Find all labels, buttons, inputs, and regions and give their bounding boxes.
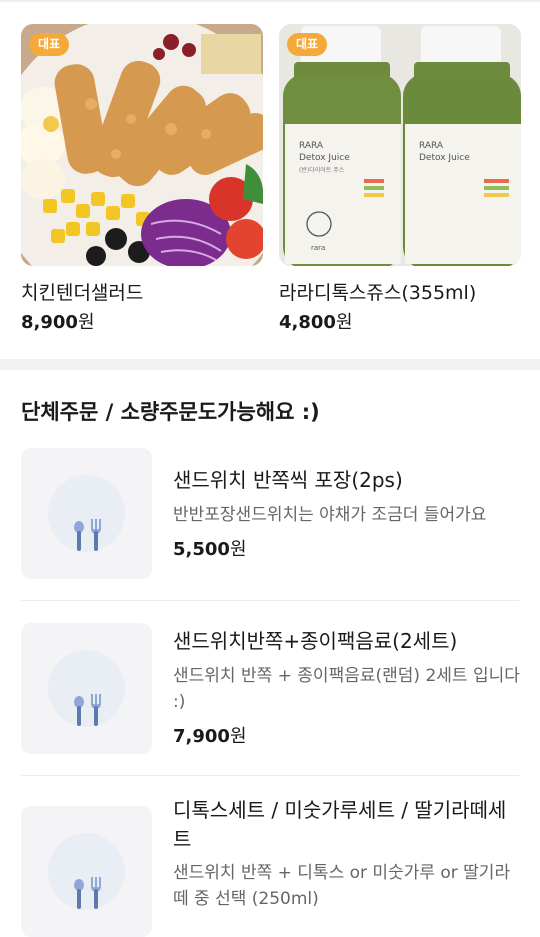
featured-card-salad[interactable]: 대표 치킨텐더샐러드 8,900원 [21,24,263,333]
svg-text:RARA: RARA [299,141,324,151]
juice-photo[interactable]: 대표 RARA Detox Juice (반)다이어트 주스 RARA Deto… [279,24,521,266]
section-title: 단체주문 / 소량주문도가능해요 :) [21,400,320,424]
top-divider [0,0,540,2]
placeholder-image [21,623,152,754]
item-separator [21,600,519,601]
salad-illustration [21,24,263,266]
featured-price: 4,800원 [279,312,353,333]
item-description: 샌드위치 반쪽 + 종이팩음료(랜덤) 2세트 입니다 :) [173,666,520,712]
svg-text:RARA: RARA [419,141,444,151]
featured-price: 8,900원 [21,312,95,333]
featured-card-detox-juice[interactable]: 대표 RARA Detox Juice (반)다이어트 주스 RARA Deto… [279,24,521,333]
item-name: 샌드위치반쪽+종이팩음료(2세트) [173,629,458,653]
item-price: 5,500원 [173,539,247,560]
section-divider [0,359,540,370]
placeholder-image [21,806,152,937]
svg-text:Detox Juice: Detox Juice [419,153,470,163]
item-separator [21,775,519,776]
item-description: 반반포장샌드위치는 야채가 조금더 들어가요 [173,505,487,525]
svg-text:Detox Juice: Detox Juice [299,153,350,163]
svg-text:rara: rara [311,244,325,252]
featured-badge: 대표 [287,33,328,56]
item-name: 샌드위치 반쪽씩 포장(2ps) [173,468,403,492]
cutlery-icon [74,877,101,909]
item-price: 7,900원 [173,726,247,747]
juice-illustration: RARA Detox Juice (반)다이어트 주스 RARA Detox J… [279,24,521,266]
cutlery-icon [74,694,101,726]
item-name: 디톡스세트 / 미숫가루세트 / 딸기라떼세트 [173,798,507,851]
placeholder-image [21,448,152,579]
salad-photo[interactable]: 대표 [21,24,263,266]
item-description: 샌드위치 반쪽 + 디톡스 or 미숫가루 or 딸기라떼 중 선택 (250m… [173,863,511,909]
svg-text:(반)다이어트 주스: (반)다이어트 주스 [299,166,345,174]
featured-badge: 대표 [29,33,70,56]
cutlery-icon [74,519,101,551]
featured-name: 라라디톡스쥬스(355ml) [279,282,477,304]
featured-name: 치킨텐더샐러드 [21,282,144,304]
